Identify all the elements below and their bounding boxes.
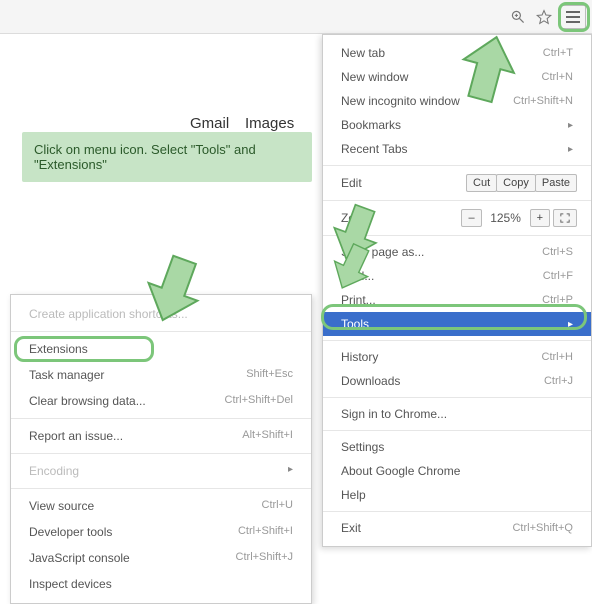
menu-tools[interactable]: Tools [323,312,591,336]
sm-dev-tools[interactable]: Developer toolsCtrl+Shift+I [11,519,311,545]
menu-edit-row: Edit Cut Copy Paste [323,170,591,196]
sm-task-manager[interactable]: Task managerShift+Esc [11,362,311,388]
tools-submenu: Create application shortcuts... Extensio… [10,294,312,604]
submenu-separator [11,453,311,454]
menu-separator [323,430,591,431]
menu-separator [323,511,591,512]
menu-history[interactable]: HistoryCtrl+H [323,345,591,369]
submenu-separator [11,331,311,332]
menu-separator [323,340,591,341]
images-link[interactable]: Images [245,115,294,132]
menu-bookmarks[interactable]: Bookmarks [323,113,591,137]
browser-toolbar [0,0,592,34]
sm-extensions[interactable]: Extensions [11,336,311,362]
zoom-in-button[interactable]: + [530,209,550,227]
menu-about[interactable]: About Google Chrome [323,459,591,483]
edit-label: Edit [341,176,466,190]
menu-downloads[interactable]: DownloadsCtrl+J [323,369,591,393]
menu-recent-tabs[interactable]: Recent Tabs [323,137,591,161]
star-icon[interactable] [534,7,554,27]
menu-separator [323,200,591,201]
sm-encoding[interactable]: Encoding [11,458,311,484]
menu-separator [323,165,591,166]
menu-settings[interactable]: Settings [323,435,591,459]
sm-report-issue[interactable]: Report an issue...Alt+Shift+I [11,423,311,449]
zoom-out-button[interactable]: – [461,209,481,227]
instruction-bubble: Click on menu icon. Select "Tools" and "… [22,132,312,182]
fullscreen-button[interactable] [553,209,577,227]
menu-separator [323,397,591,398]
menu-button[interactable] [560,5,586,29]
sm-clear-data[interactable]: Clear browsing data...Ctrl+Shift+Del [11,388,311,414]
menu-signin[interactable]: Sign in to Chrome... [323,402,591,426]
menu-help[interactable]: Help [323,483,591,507]
gmail-link[interactable]: Gmail [190,115,229,132]
cut-button[interactable]: Cut [466,174,497,192]
submenu-separator [11,418,311,419]
sm-js-console[interactable]: JavaScript consoleCtrl+Shift+J [11,545,311,571]
sm-view-source[interactable]: View sourceCtrl+U [11,493,311,519]
menu-exit[interactable]: ExitCtrl+Shift+Q [323,516,591,540]
zoom-icon[interactable] [508,7,528,27]
submenu-separator [11,488,311,489]
paste-button[interactable]: Paste [535,174,577,192]
zoom-value: 125% [486,211,526,225]
menu-new-tab[interactable]: New tabCtrl+T [323,41,591,65]
copy-button[interactable]: Copy [496,174,536,192]
